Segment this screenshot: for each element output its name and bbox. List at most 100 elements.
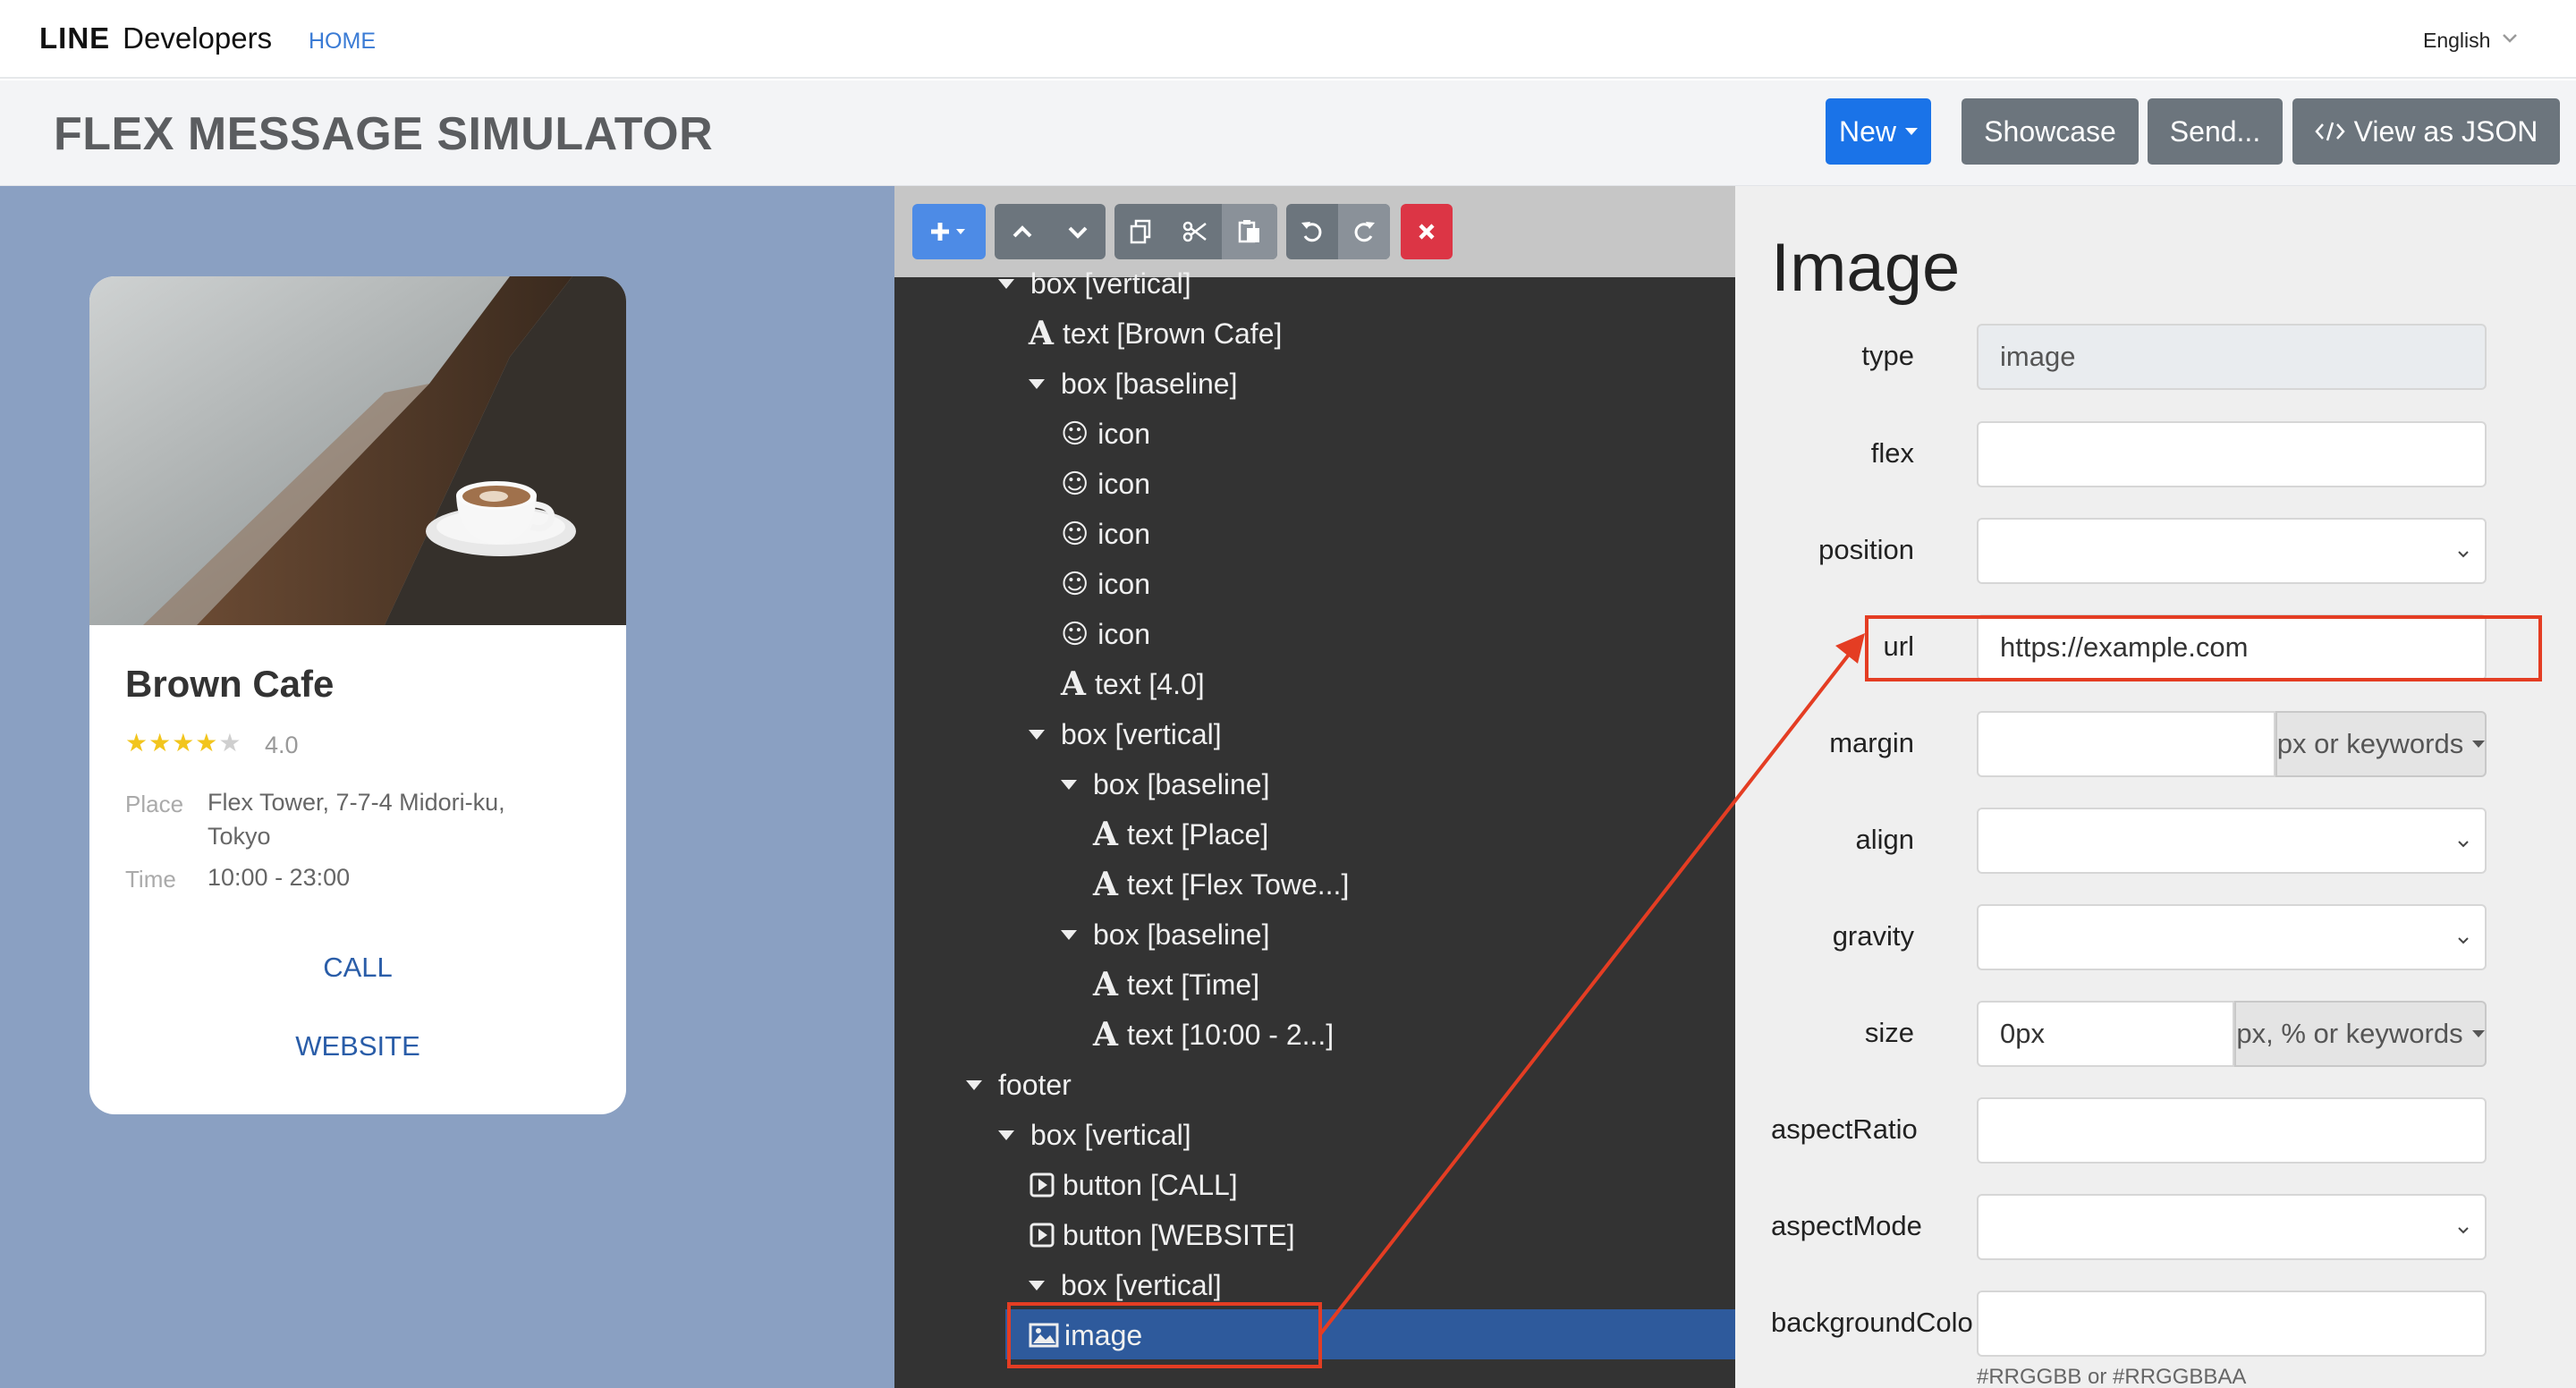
align-label: align <box>1855 824 1915 855</box>
tree-node[interactable]: ☺ icon <box>1061 609 1150 659</box>
paste-button[interactable] <box>1222 204 1277 259</box>
smile-icon: ☺ <box>1061 518 1089 550</box>
flex-field[interactable] <box>1977 421 2487 487</box>
tree-node-label: box [vertical] <box>1030 267 1191 300</box>
move-up-button[interactable] <box>995 204 1050 259</box>
button-component-icon <box>1030 1172 1055 1198</box>
tree-node[interactable]: button [CALL] <box>1029 1160 1238 1210</box>
tree-node[interactable]: Atext [Place] <box>1093 809 1268 859</box>
chevron-down-icon <box>2458 841 2469 848</box>
redo-button[interactable] <box>1338 204 1390 259</box>
call-button[interactable]: CALL <box>89 952 626 984</box>
language-selector[interactable]: English <box>2423 29 2490 53</box>
tree-node-label: icon <box>1097 417 1150 450</box>
tree-node[interactable]: box [vertical] <box>998 1110 1191 1160</box>
move-buttons <box>995 204 1106 259</box>
time-value: 10:00 - 23:00 <box>208 864 351 891</box>
tree-node-label: box [baseline] <box>1093 918 1270 951</box>
rating-value: 4.0 <box>265 732 299 758</box>
send-button[interactable]: Send... <box>2148 98 2283 165</box>
tree-node[interactable]: Atext [10:00 - 2...] <box>1093 1010 1334 1060</box>
tree-node[interactable]: ☺ icon <box>1061 459 1150 509</box>
tree-node-label: box [baseline] <box>1093 767 1270 800</box>
brand-logo[interactable]: LINE Developers <box>39 21 272 55</box>
tree-node-label: button [CALL] <box>1063 1168 1238 1201</box>
gravity-label: gravity <box>1832 920 1914 952</box>
size-unit-dropdown[interactable]: px, % or keywords <box>2234 1001 2487 1067</box>
flex-label: flex <box>1870 437 1914 469</box>
expand-triangle-icon <box>1029 729 1045 740</box>
home-link[interactable]: HOME <box>309 29 376 55</box>
cut-button[interactable] <box>1168 204 1222 259</box>
tree-node-label: footer <box>998 1068 1072 1101</box>
tree-node[interactable]: Atext [Time] <box>1093 960 1259 1010</box>
view-as-json-button[interactable]: View as JSON <box>2292 98 2560 165</box>
add-component-button[interactable] <box>912 204 986 259</box>
expand-triangle-icon <box>1061 779 1077 790</box>
brand-developers: Developers <box>123 21 273 55</box>
star-empty-icon: ★ <box>218 729 242 757</box>
tree-node[interactable]: box [vertical] <box>998 258 1191 309</box>
position-select[interactable] <box>1977 518 2487 584</box>
background-color-hint: #RRGGBB or #RRGGBBAA <box>1977 1365 2247 1388</box>
text-component-icon: A <box>1093 866 1118 903</box>
hero-image[interactable] <box>89 276 626 625</box>
smile-icon: ☺ <box>1061 618 1089 650</box>
position-label: position <box>1818 534 1914 565</box>
gravity-select[interactable] <box>1977 904 2487 970</box>
margin-field[interactable] <box>1977 711 2275 777</box>
smile-icon: ☺ <box>1061 418 1089 450</box>
place-value-line-2: Tokyo <box>208 823 271 850</box>
tree-node[interactable]: Atext [Flex Towe...] <box>1093 859 1349 910</box>
showcase-button[interactable]: Showcase <box>1962 98 2139 165</box>
time-label: Time <box>125 866 176 893</box>
smile-icon: ☺ <box>1061 568 1089 600</box>
tree-node[interactable]: ☺ icon <box>1061 559 1150 609</box>
tree-node-label: box [vertical] <box>1030 1118 1191 1151</box>
aspect-mode-select[interactable] <box>1977 1194 2487 1260</box>
margin-unit-dropdown[interactable]: px or keywords <box>2275 711 2487 777</box>
tree-node[interactable]: box [baseline] <box>1061 759 1269 809</box>
copy-button[interactable] <box>1114 204 1168 259</box>
chevron-down-icon[interactable] <box>2499 27 2521 48</box>
tree-node-label: text [Time] <box>1126 968 1260 1001</box>
delete-button[interactable] <box>1401 204 1453 259</box>
move-down-button[interactable] <box>1050 204 1106 259</box>
view-as-json-label: View as JSON <box>2353 114 2538 148</box>
tree-node-label: icon <box>1097 617 1150 650</box>
tree-node[interactable]: Atext [4.0] <box>1061 659 1205 709</box>
aspect-ratio-field[interactable] <box>1977 1097 2487 1164</box>
tree-node[interactable]: button [WEBSITE] <box>1029 1210 1295 1260</box>
chevron-down-icon <box>2458 551 2469 558</box>
website-button[interactable]: WEBSITE <box>89 1030 626 1062</box>
align-select[interactable] <box>1977 808 2487 874</box>
size-field[interactable]: 0px <box>1977 1001 2234 1067</box>
plus-icon <box>912 204 986 259</box>
tree-node-label: text [10:00 - 2...] <box>1126 1018 1335 1051</box>
url-field-highlight <box>1865 615 2542 681</box>
undo-button[interactable] <box>1286 204 1338 259</box>
text-component-icon: A <box>1061 665 1086 703</box>
tree-node[interactable]: ☺ icon <box>1061 509 1150 559</box>
tree-node[interactable]: Atext [Brown Cafe] <box>1029 309 1282 359</box>
tree-node[interactable]: box [baseline] <box>1029 359 1237 409</box>
size-unit-label: px, % or keywords <box>2236 1018 2463 1049</box>
button-component-icon <box>1030 1223 1055 1248</box>
close-icon <box>1401 204 1453 259</box>
component-tree <box>894 277 1735 1388</box>
new-button[interactable]: New <box>1826 98 1931 165</box>
clipboard-buttons <box>1114 204 1277 259</box>
background-color-field[interactable] <box>1977 1291 2487 1357</box>
tree-node[interactable]: box [vertical] <box>1029 709 1222 759</box>
text-component-icon: A <box>1093 1016 1118 1054</box>
type-field: image <box>1977 324 2487 390</box>
expand-triangle-icon <box>998 278 1014 289</box>
aspect-ratio-label: aspectRatio <box>1771 1113 1918 1145</box>
expand-triangle-icon <box>966 1079 982 1090</box>
tree-node[interactable]: footer <box>966 1060 1072 1110</box>
tree-node[interactable]: ☺ icon <box>1061 409 1150 459</box>
tree-node[interactable]: box [baseline] <box>1061 910 1269 960</box>
undo-icon <box>1301 222 1322 242</box>
tree-node-label: text [Flex Towe...] <box>1126 868 1350 901</box>
selected-node-highlight <box>1007 1302 1322 1368</box>
